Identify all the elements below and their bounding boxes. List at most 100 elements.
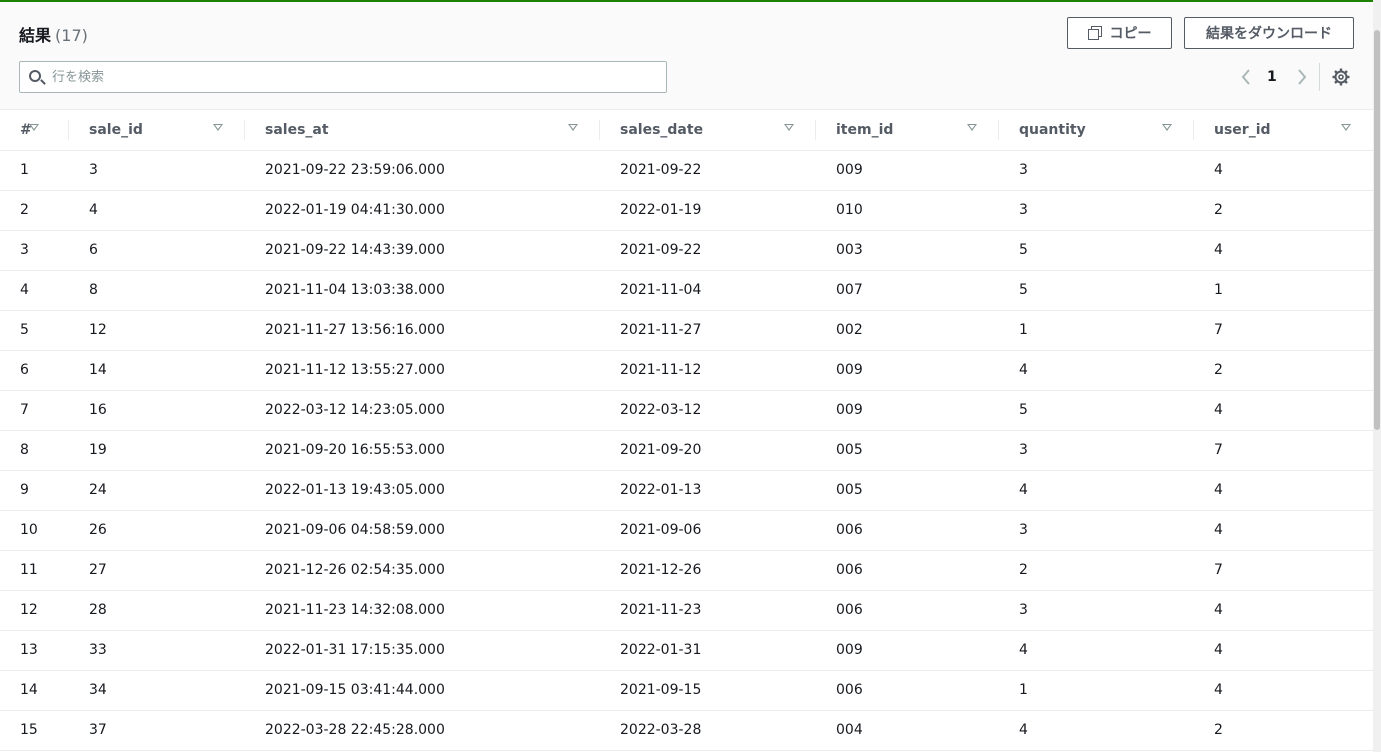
table-cell-sales-at: 2021-09-22 23:59:06.000 [245,150,600,191]
table-cell-sales-at: 2021-09-15 03:41:44.000 [245,670,600,711]
column-header-user-id[interactable]: user_id [1194,110,1373,151]
pager-divider [1319,63,1320,91]
table-cell-sales-at: 2022-03-28 22:45:28.000 [245,710,600,751]
table-cell-user-id: 2 [1194,350,1373,391]
table-row: 10 26 2021-09-06 04:58:59.000 2021-09-06 006… [0,510,1373,551]
table-row: 12 28 2021-11-23 14:32:08.000 2021-11-23 006… [0,590,1373,631]
settings-button[interactable] [1332,68,1350,86]
table-cell-index: 10 [0,510,69,551]
table-cell-sales-at: 2021-11-12 13:55:27.000 [245,350,600,391]
next-page-button[interactable] [1294,67,1310,87]
table-cell-item-id: 009 [816,390,999,431]
table-cell-index: 5 [0,310,69,351]
sort-triangle-icon[interactable] [784,124,794,131]
table-row: 4 8 2021-11-04 13:03:38.000 2021-11-04 007 5 1 [0,270,1373,311]
table-cell-user-id: 2 [1194,710,1373,751]
table-cell-sales-date: 2022-01-31 [600,630,816,671]
table-cell-sales-date: 2022-01-19 [600,190,816,231]
results-title: 結果 (17) [19,22,88,46]
table-cell-item-id: 006 [816,670,999,711]
table-row: 7 16 2022-03-12 14:23:05.000 2022-03-12 009 5… [0,390,1373,431]
table-cell-sale-id: 8 [69,270,245,311]
table-cell-sale-id: 14 [69,350,245,391]
column-header-label: user_id [1214,121,1271,138]
table-cell-sales-date: 2021-09-22 [600,230,816,271]
table-cell-user-id: 1 [1194,270,1373,311]
column-header-sale-id[interactable]: sale_id [69,110,245,151]
vertical-scrollbar[interactable] [1373,0,1381,752]
table-cell-index: 2 [0,190,69,231]
table-cell-sales-date: 2022-03-28 [600,710,816,751]
table-cell-sales-date: 2021-09-20 [600,430,816,471]
table-cell-sale-id: 12 [69,310,245,351]
table-cell-item-id: 002 [816,310,999,351]
table-cell-index: 11 [0,550,69,591]
table-cell-sales-date: 2022-01-13 [600,470,816,511]
column-header-quantity[interactable]: quantity [999,110,1194,151]
table-cell-user-id: 4 [1194,150,1373,191]
table-row: 6 14 2021-11-12 13:55:27.000 2021-11-12 009 4… [0,350,1373,391]
sort-triangle-icon[interactable] [967,124,977,131]
chevron-left-icon [1241,69,1250,85]
table-row: 8 19 2021-09-20 16:55:53.000 2021-09-20 005 3… [0,430,1373,471]
table-cell-user-id: 4 [1194,390,1373,431]
copy-button[interactable]: コピー [1067,17,1172,49]
table-cell-user-id: 2 [1194,190,1373,231]
table-cell-quantity: 5 [999,390,1194,431]
table-cell-index: 13 [0,630,69,671]
sort-triangle-icon[interactable] [1341,124,1351,131]
table-cell-sale-id: 19 [69,430,245,471]
table-cell-quantity: 3 [999,430,1194,471]
table-cell-sales-date: 2022-03-12 [600,390,816,431]
column-header-sales-date[interactable]: sales_date [600,110,816,151]
sort-triangle-icon[interactable] [29,124,39,131]
table-cell-sales-at: 2021-12-26 02:54:35.000 [245,550,600,591]
table-cell-sales-date: 2021-09-06 [600,510,816,551]
table-cell-sale-id: 34 [69,670,245,711]
column-header-label: item_id [836,121,894,138]
table-cell-sales-at: 2022-01-19 04:41:30.000 [245,190,600,231]
column-header-label: quantity [1019,121,1086,138]
previous-page-button[interactable] [1238,67,1254,87]
row-search [19,61,667,93]
sort-triangle-icon[interactable] [213,124,223,131]
table-cell-sales-date: 2021-11-04 [600,270,816,311]
table-body: 1 3 2021-09-22 23:59:06.000 2021-09-22 009 3 4… [0,150,1373,751]
search-input[interactable] [52,67,652,87]
results-table-container: # sale_id sales_at sales_date item_id quantit… [0,109,1381,752]
table-cell-index: 9 [0,470,69,511]
column-header-index[interactable]: # [0,110,69,151]
sort-triangle-icon[interactable] [1162,124,1172,131]
table-cell-quantity: 5 [999,230,1194,271]
table-cell-sales-at: 2022-03-12 14:23:05.000 [245,390,600,431]
table-header-row: # sale_id sales_at sales_date item_id quantit… [0,110,1373,151]
table-cell-quantity: 1 [999,670,1194,711]
results-count: (17) [55,26,88,45]
table-cell-item-id: 006 [816,510,999,551]
table-cell-index: 3 [0,230,69,271]
current-page-number[interactable]: 1 [1267,69,1277,85]
scrollbar-thumb[interactable] [1374,30,1380,430]
table-cell-quantity: 3 [999,150,1194,191]
table-cell-quantity: 2 [999,550,1194,591]
table-cell-sales-date: 2021-11-27 [600,310,816,351]
table-row: 13 33 2022-01-31 17:15:35.000 2022-01-31 009… [0,630,1373,671]
table-cell-sales-at: 2021-11-27 13:56:16.000 [245,310,600,351]
column-header-label: sale_id [89,121,143,138]
table-cell-sales-at: 2021-09-22 14:43:39.000 [245,230,600,271]
table-row: 11 27 2021-12-26 02:54:35.000 2021-12-26 006… [0,550,1373,591]
table-cell-quantity: 4 [999,470,1194,511]
table-cell-item-id: 007 [816,270,999,311]
download-results-button[interactable]: 結果をダウンロード [1184,17,1354,49]
column-header-sales-at[interactable]: sales_at [245,110,600,151]
table-cell-sales-at: 2022-01-13 19:43:05.000 [245,470,600,511]
sort-triangle-icon[interactable] [568,124,578,131]
chevron-right-icon [1298,69,1307,85]
column-header-item-id[interactable]: item_id [816,110,999,151]
results-title-label: 結果 [19,26,52,45]
table-cell-sale-id: 24 [69,470,245,511]
table-row: 14 34 2021-09-15 03:41:44.000 2021-09-15 006… [0,670,1373,711]
table-cell-sale-id: 33 [69,630,245,671]
table-cell-index: 12 [0,590,69,631]
table-cell-sales-at: 2021-11-23 14:32:08.000 [245,590,600,631]
